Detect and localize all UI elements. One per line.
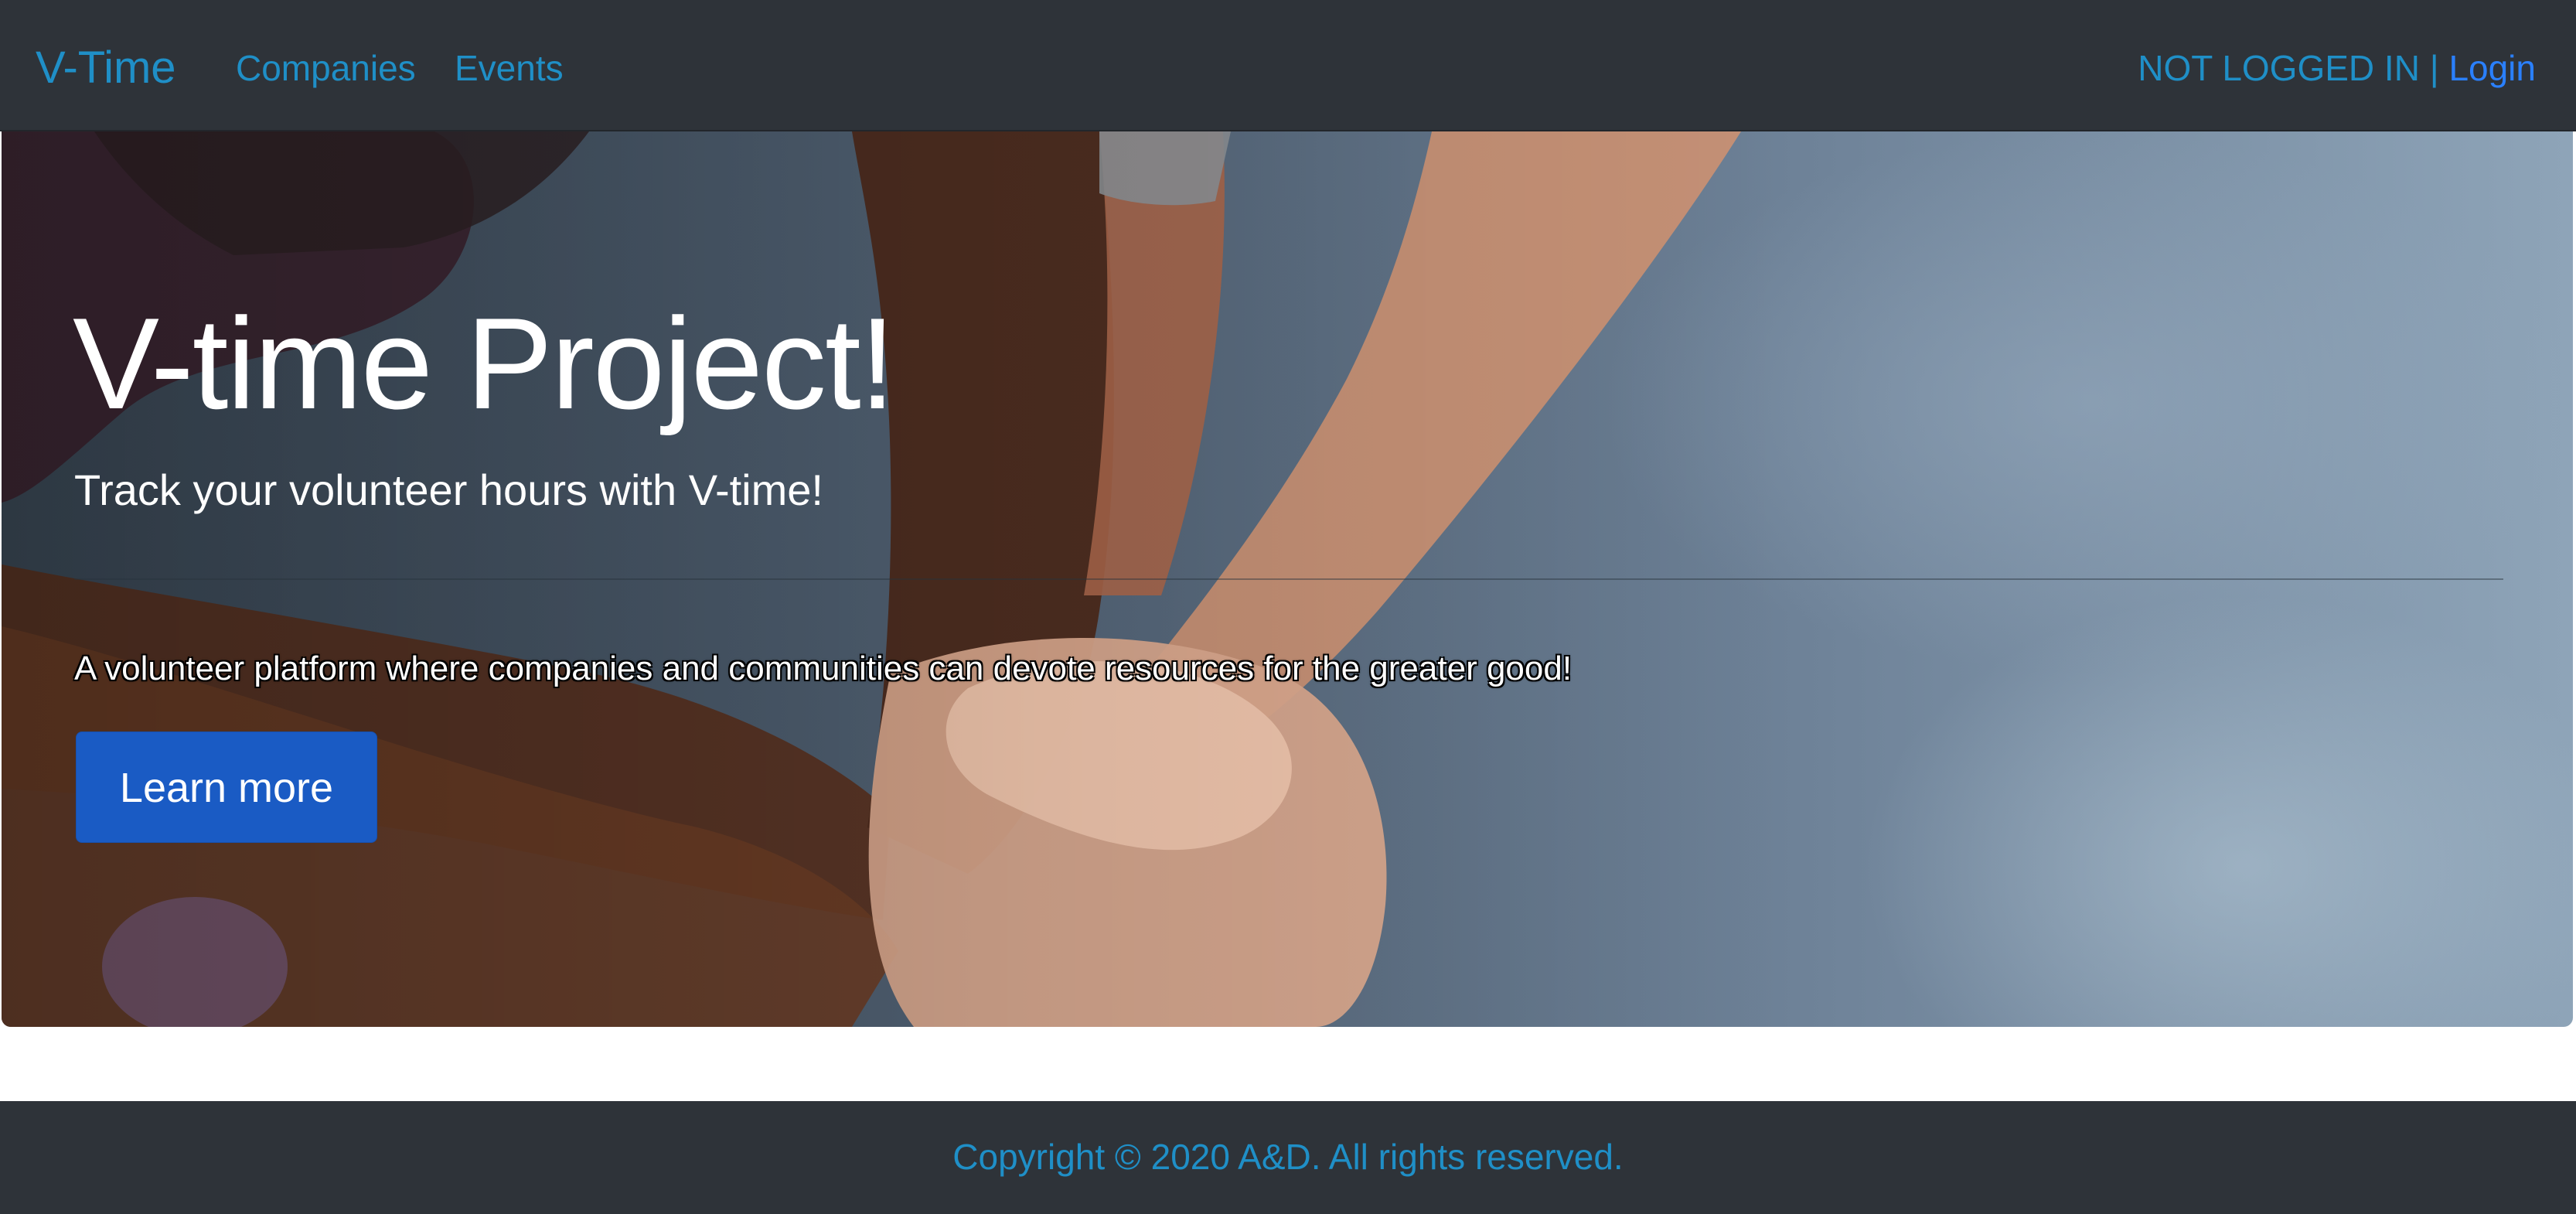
login-link[interactable]: Login <box>2448 48 2536 88</box>
nav-link-companies[interactable]: Companies <box>236 43 416 93</box>
nav-link-events[interactable]: Events <box>455 43 564 93</box>
hero-jumbotron: V-time Project! Track your volunteer hou… <box>2 131 2573 1027</box>
brand-link[interactable]: V-Time <box>36 39 176 97</box>
hero-title: V-time Project! <box>73 291 895 436</box>
footer: Copyright © 2020 A&D. All rights reserve… <box>0 1101 2576 1214</box>
top-navbar: V-Time Companies Events NOT LOGGED IN | … <box>0 0 2576 131</box>
auth-status: NOT LOGGED IN | Login <box>2138 43 2536 93</box>
hero-description: A volunteer platform where companies and… <box>74 650 1573 687</box>
login-status-text: NOT LOGGED IN | <box>2138 48 2439 88</box>
learn-more-button[interactable]: Learn more <box>76 731 377 843</box>
page: V-Time Companies Events NOT LOGGED IN | … <box>0 0 2576 1214</box>
hero-lead: Track your volunteer hours with V-time! <box>74 465 823 514</box>
hero-divider <box>74 578 2503 580</box>
copyright-text: Copyright © 2020 A&D. All rights reserve… <box>952 1137 1624 1177</box>
